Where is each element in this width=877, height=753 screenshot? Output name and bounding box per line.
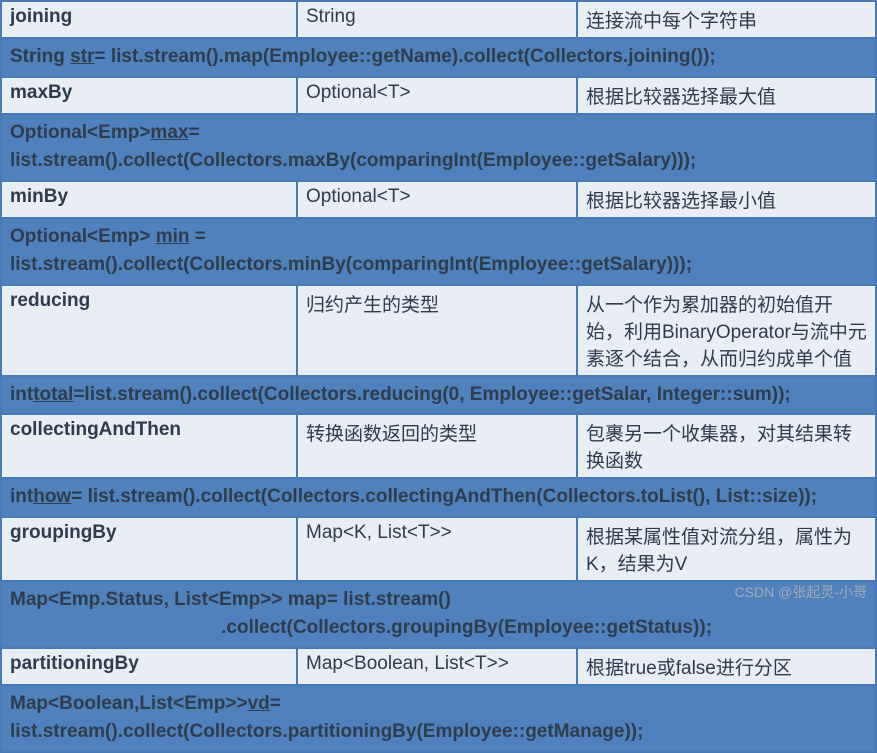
- code-var: str: [70, 46, 94, 67]
- description-cell: 从一个作为累加器的初始值开始，利用BinaryOperator与流中元素逐个结合…: [577, 285, 876, 376]
- code-example-cell: Map<Boolean,List<Emp>>vd= list.stream().…: [1, 685, 876, 752]
- method-cell: groupingBy: [1, 517, 297, 581]
- table-row: collectingAndThen转换函数返回的类型包裹另一个收集器，对其结果转…: [1, 414, 876, 478]
- code-var: max: [150, 122, 188, 143]
- method-cell: reducing: [1, 285, 297, 376]
- code-pre: Map<Boolean,List<Emp>>: [10, 693, 248, 714]
- code-post: = list.stream().map(Employee::getName).c…: [94, 46, 715, 67]
- table-row: String str= list.stream().map(Employee::…: [1, 38, 876, 77]
- code-pre: int: [10, 486, 33, 507]
- table-row: Map<Emp.Status, List<Emp>> map= list.str…: [1, 581, 876, 648]
- return-type-cell: 转换函数返回的类型: [297, 414, 577, 478]
- method-cell: minBy: [1, 181, 297, 218]
- return-type-cell: Optional<T>: [297, 181, 577, 218]
- method-cell: maxBy: [1, 77, 297, 114]
- return-type-cell: 归约产生的类型: [297, 285, 577, 376]
- description-cell: 根据某属性值对流分组，属性为K，结果为V: [577, 517, 876, 581]
- code-example-cell: inthow= list.stream().collect(Collectors…: [1, 478, 876, 517]
- code-example-cell: Map<Emp.Status, List<Emp>> map= list.str…: [1, 581, 876, 648]
- code-pre: Map<Emp.Status, List<Emp>> map= list.str…: [10, 589, 712, 639]
- table-row: Map<Boolean,List<Emp>>vd= list.stream().…: [1, 685, 876, 752]
- return-type-cell: Map<K, List<T>>: [297, 517, 577, 581]
- table-row: groupingByMap<K, List<T>>根据某属性值对流分组，属性为K…: [1, 517, 876, 581]
- table-row: inttotal=list.stream().collect(Collector…: [1, 376, 876, 415]
- method-cell: joining: [1, 1, 297, 38]
- table-row: reducing归约产生的类型从一个作为累加器的初始值开始，利用BinaryOp…: [1, 285, 876, 376]
- table-row: inthow= list.stream().collect(Collectors…: [1, 478, 876, 517]
- description-cell: 包裹另一个收集器，对其结果转换函数: [577, 414, 876, 478]
- description-cell: 根据比较器选择最大值: [577, 77, 876, 114]
- code-var: min: [156, 226, 190, 247]
- table-row: minByOptional<T>根据比较器选择最小值: [1, 181, 876, 218]
- code-pre: String: [10, 46, 70, 67]
- code-example-cell: inttotal=list.stream().collect(Collector…: [1, 376, 876, 415]
- code-pre: Optional<Emp>: [10, 226, 156, 247]
- code-example-cell: Optional<Emp>max= list.stream().collect(…: [1, 114, 876, 181]
- method-cell: collectingAndThen: [1, 414, 297, 478]
- code-var: vd: [248, 693, 270, 714]
- return-type-cell: String: [297, 1, 577, 38]
- collectors-table: joiningString连接流中每个字符串String str= list.s…: [0, 0, 877, 753]
- return-type-cell: Map<Boolean, List<T>>: [297, 648, 577, 685]
- code-var: total: [33, 384, 73, 405]
- return-type-cell: Optional<T>: [297, 77, 577, 114]
- table-row: partitioningByMap<Boolean, List<T>>根据tru…: [1, 648, 876, 685]
- code-post: =list.stream().collect(Collectors.reduci…: [73, 384, 790, 405]
- method-cell: partitioningBy: [1, 648, 297, 685]
- description-cell: 根据true或false进行分区: [577, 648, 876, 685]
- table-row: Optional<Emp> min = list.stream().collec…: [1, 218, 876, 285]
- code-post: = list.stream().collect(Collectors.colle…: [71, 486, 817, 507]
- description-cell: 根据比较器选择最小值: [577, 181, 876, 218]
- code-example-cell: Optional<Emp> min = list.stream().collec…: [1, 218, 876, 285]
- table-row: maxByOptional<T>根据比较器选择最大值: [1, 77, 876, 114]
- code-var: how: [33, 486, 71, 507]
- description-cell: 连接流中每个字符串: [577, 1, 876, 38]
- code-example-cell: String str= list.stream().map(Employee::…: [1, 38, 876, 77]
- table-row: Optional<Emp>max= list.stream().collect(…: [1, 114, 876, 181]
- code-pre: Optional<Emp>: [10, 122, 150, 143]
- table-row: joiningString连接流中每个字符串: [1, 1, 876, 38]
- code-pre: int: [10, 384, 33, 405]
